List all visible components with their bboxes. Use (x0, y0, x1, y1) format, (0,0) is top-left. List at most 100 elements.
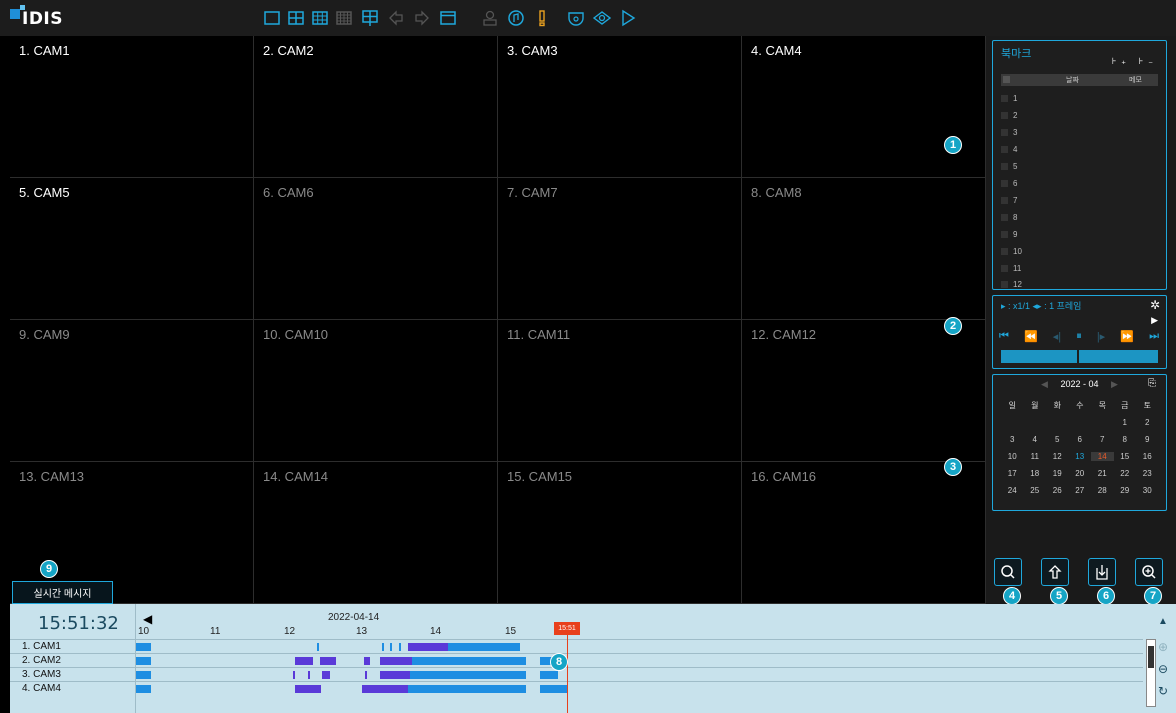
row-checkbox[interactable] (1001, 145, 1008, 153)
day[interactable]: 21 (1091, 469, 1114, 478)
timeline-row[interactable]: 4. CAM4 (10, 681, 1143, 695)
export-button[interactable] (1041, 558, 1069, 586)
bookmark-row[interactable]: 5 (1001, 158, 1158, 174)
camera-tile[interactable]: 6. CAM6 (254, 178, 498, 320)
camera-tile[interactable]: 1. CAM1 (10, 36, 254, 178)
camera-tile[interactable]: 4. CAM4 (742, 36, 986, 178)
day-with-recording[interactable]: 13 (1069, 452, 1092, 461)
day[interactable]: 11 (1024, 452, 1047, 461)
camera-tile[interactable]: 7. CAM7 (498, 178, 742, 320)
row-checkbox[interactable] (1001, 128, 1008, 136)
day[interactable]: 27 (1069, 486, 1092, 495)
day[interactable]: 10 (1001, 452, 1024, 461)
camera-tile[interactable]: 10. CAM10 (254, 320, 498, 462)
playback-slider[interactable] (1001, 350, 1158, 363)
row-checkbox[interactable] (1001, 94, 1008, 102)
go-first-icon[interactable]: ⏮ (999, 330, 1009, 346)
next-month-icon[interactable]: ▶ (1111, 379, 1118, 389)
day[interactable]: 7 (1091, 435, 1114, 444)
row-checkbox[interactable] (1001, 280, 1008, 288)
fast-rewind-icon[interactable]: ⏪ (1024, 330, 1038, 346)
row-checkbox[interactable] (1001, 213, 1008, 221)
camera-tile[interactable]: 15. CAM15 (498, 462, 742, 604)
day[interactable]: 3 (1001, 435, 1024, 444)
next-group-icon[interactable] (412, 8, 432, 28)
day[interactable]: 20 (1069, 469, 1092, 478)
day[interactable]: 16 (1136, 452, 1159, 461)
day[interactable]: 29 (1114, 486, 1137, 495)
day[interactable]: 4 (1024, 435, 1047, 444)
day[interactable]: 23 (1136, 469, 1159, 478)
alarm-icon[interactable] (532, 8, 552, 28)
day[interactable]: 22 (1114, 469, 1137, 478)
bookmark-row[interactable]: 7 (1001, 192, 1158, 208)
bookmark-row[interactable]: 9 (1001, 226, 1158, 242)
layout-1-icon[interactable] (262, 8, 282, 28)
zoom-in-icon[interactable]: ⊕ (1158, 640, 1168, 654)
day[interactable]: 25 (1024, 486, 1047, 495)
prev-group-icon[interactable] (386, 8, 406, 28)
camera-tile[interactable]: 8. CAM8 (742, 178, 986, 320)
go-last-icon[interactable]: ⏭ (1149, 330, 1159, 346)
bookmark-row[interactable]: 8 (1001, 209, 1158, 225)
camera-tile[interactable]: 9. CAM9 (10, 320, 254, 462)
collapse-up-icon[interactable]: ▲ (1158, 616, 1168, 627)
row-checkbox[interactable] (1001, 247, 1008, 255)
fast-forward-icon[interactable]: ⏩ (1120, 330, 1134, 346)
refresh-icon[interactable]: ↻ (1158, 684, 1168, 698)
zoom-out-icon[interactable]: ⊖ (1158, 662, 1168, 676)
bookmark-row[interactable]: 3 (1001, 124, 1158, 140)
day[interactable]: 15 (1114, 452, 1137, 461)
camera-tile[interactable]: 11. CAM11 (498, 320, 742, 462)
camera-tile[interactable]: 2. CAM2 (254, 36, 498, 178)
custom-layout-icon[interactable] (360, 8, 380, 28)
timeline-row[interactable]: 1. CAM1 (10, 639, 1143, 653)
day[interactable]: 17 (1001, 469, 1024, 478)
row-checkbox[interactable] (1001, 179, 1008, 187)
bookmark-row[interactable]: 6 (1001, 175, 1158, 191)
camera-tile[interactable]: 3. CAM3 (498, 36, 742, 178)
layout-9-icon[interactable] (310, 8, 330, 28)
bookmark-row[interactable]: 12 (1001, 276, 1158, 292)
row-checkbox[interactable] (1001, 162, 1008, 170)
layout-16-icon[interactable] (334, 8, 354, 28)
timeline-scrollbar[interactable] (1146, 639, 1156, 707)
bookmark-add-remove-icons[interactable]: ⊦₊ ⊦₋ (1112, 56, 1158, 67)
row-checkbox[interactable] (1001, 264, 1008, 272)
bookmark-row[interactable]: 11 (1001, 260, 1158, 276)
day[interactable]: 26 (1046, 486, 1069, 495)
user-icon[interactable] (480, 8, 500, 28)
day[interactable]: 19 (1046, 469, 1069, 478)
day[interactable]: 30 (1136, 486, 1159, 495)
scrollbar-thumb[interactable] (1148, 646, 1154, 668)
settings-gear-icon[interactable]: ✲ (1150, 298, 1160, 312)
timeline-row[interactable]: 3. CAM3 (10, 667, 1143, 681)
day[interactable]: 9 (1136, 435, 1159, 444)
prev-month-icon[interactable]: ◀ (1041, 379, 1048, 389)
clip-copy-button[interactable] (1088, 558, 1116, 586)
zoom-button[interactable] (1135, 558, 1163, 586)
step-back-icon[interactable]: ◂| (1053, 330, 1061, 346)
play-icon[interactable] (618, 8, 638, 28)
timeline-prev-icon[interactable]: ◀ (143, 612, 152, 626)
day[interactable]: 8 (1114, 435, 1137, 444)
camera-icon[interactable] (566, 8, 586, 28)
camera-tile[interactable]: 12. CAM12 (742, 320, 986, 462)
camera-tile[interactable]: 16. CAM16 (742, 462, 986, 604)
screen-mode-icon[interactable] (438, 8, 458, 28)
camera-tile[interactable]: 5. CAM5 (10, 178, 254, 320)
row-checkbox[interactable] (1001, 111, 1008, 119)
day[interactable]: 5 (1046, 435, 1069, 444)
current-time-marker[interactable] (567, 626, 568, 713)
day[interactable]: 1 (1114, 418, 1137, 427)
day[interactable]: 12 (1046, 452, 1069, 461)
step-forward-icon[interactable]: |▸ (1097, 330, 1105, 346)
calendar-export-icon[interactable]: ⎘ (1148, 378, 1156, 389)
bookmark-row[interactable]: 2 (1001, 107, 1158, 123)
audio-icon[interactable] (506, 8, 526, 28)
live-message-button[interactable]: 실시간 메시지 (12, 581, 113, 604)
row-checkbox[interactable] (1001, 230, 1008, 238)
bookmark-row[interactable]: 4 (1001, 141, 1158, 157)
layout-4-icon[interactable] (286, 8, 306, 28)
camera-tile[interactable]: 14. CAM14 (254, 462, 498, 604)
